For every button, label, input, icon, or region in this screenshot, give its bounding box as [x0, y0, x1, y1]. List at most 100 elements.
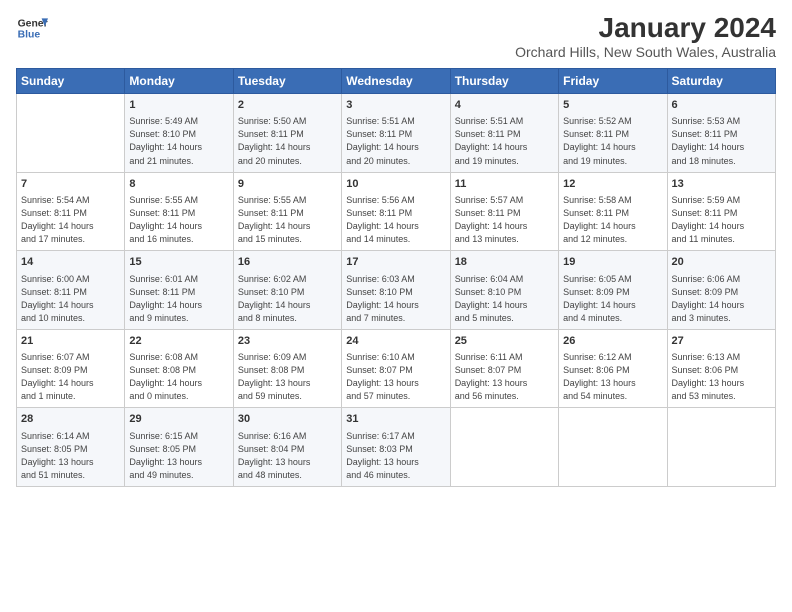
- header: General Blue January 2024 Orchard Hills,…: [16, 12, 776, 60]
- cell-content: Sunrise: 6:10 AM Sunset: 8:07 PM Dayligh…: [346, 351, 445, 403]
- day-number: 5: [563, 98, 662, 113]
- calendar-cell: 28Sunrise: 6:14 AM Sunset: 8:05 PM Dayli…: [17, 408, 125, 487]
- day-number: 1: [129, 98, 228, 113]
- header-cell-saturday: Saturday: [667, 69, 775, 94]
- cell-content: Sunrise: 5:56 AM Sunset: 8:11 PM Dayligh…: [346, 194, 445, 246]
- calendar-cell: 29 Sunrise: 6:15 AM Sunset: 8:05 PM Dayli…: [125, 408, 233, 487]
- cell-content: Sunrise: 6:03 AM Sunset: 8:10 PM Dayligh…: [346, 273, 445, 325]
- cell-content: Sunrise: 6:00 AM Sunset: 8:11 PM Dayligh…: [21, 273, 120, 325]
- day-number: 26: [563, 334, 662, 349]
- day-number: 10: [346, 177, 445, 192]
- header-cell-tuesday: Tuesday: [233, 69, 341, 94]
- day-number: 3: [346, 98, 445, 113]
- calendar-cell: 12Sunrise: 5:58 AM Sunset: 8:11 PM Dayli…: [559, 172, 667, 251]
- header-cell-thursday: Thursday: [450, 69, 558, 94]
- day-number: 27: [672, 334, 771, 349]
- cell-content: Sunrise: 5:52 AM Sunset: 8:11 PM Dayligh…: [563, 115, 662, 167]
- day-number: 4: [455, 98, 554, 113]
- cell-content: Sunrise: 6:06 AM Sunset: 8:09 PM Dayligh…: [672, 273, 771, 325]
- calendar-cell: 15 Sunrise: 6:01 AM Sunset: 8:11 PM Dayli…: [125, 251, 233, 330]
- day-number: 13: [672, 177, 771, 192]
- header-cell-sunday: Sunday: [17, 69, 125, 94]
- day-number: 19: [563, 255, 662, 270]
- header-cell-friday: Friday: [559, 69, 667, 94]
- cell-content: Sunrise: 5:51 AM Sunset: 8:11 PM Dayligh…: [346, 115, 445, 167]
- calendar-cell: 10 Sunrise: 5:56 AM Sunset: 8:11 PM Dayli…: [342, 172, 450, 251]
- cell-content: Sunrise: 5:51 AM Sunset: 8:11 PM Dayligh…: [455, 115, 554, 167]
- calendar-cell: [17, 94, 125, 173]
- cell-content: Sunrise: 6:02 AM Sunset: 8:10 PM Dayligh…: [238, 273, 337, 325]
- calendar-cell: 27Sunrise: 6:13 AM Sunset: 8:06 PM Dayli…: [667, 329, 775, 408]
- calendar-cell: 8 Sunrise: 5:55 AM Sunset: 8:11 PM Daylig…: [125, 172, 233, 251]
- day-number: 30: [238, 412, 337, 427]
- calendar-cell: 22 Sunrise: 6:08 AM Sunset: 8:08 PM Dayli…: [125, 329, 233, 408]
- day-number: 18: [455, 255, 554, 270]
- calendar-cell: [450, 408, 558, 487]
- day-number: 29: [129, 412, 228, 427]
- cell-content: Sunrise: 5:55 AM Sunset: 8:11 PM Dayligh…: [129, 194, 228, 246]
- cell-content: Sunrise: 6:11 AM Sunset: 8:07 PM Dayligh…: [455, 351, 554, 403]
- calendar-cell: 16 Sunrise: 6:02 AM Sunset: 8:10 PM Dayli…: [233, 251, 341, 330]
- cell-content: Sunrise: 5:54 AM Sunset: 8:11 PM Dayligh…: [21, 194, 120, 246]
- calendar-cell: 4 Sunrise: 5:51 AM Sunset: 8:11 PM Daylig…: [450, 94, 558, 173]
- logo-icon: General Blue: [16, 12, 48, 44]
- logo: General Blue: [16, 12, 48, 44]
- calendar-cell: 13 Sunrise: 5:59 AM Sunset: 8:11 PM Dayli…: [667, 172, 775, 251]
- cell-content: Sunrise: 6:07 AM Sunset: 8:09 PM Dayligh…: [21, 351, 120, 403]
- main-title: January 2024: [515, 12, 776, 44]
- calendar-cell: 6Sunrise: 5:53 AM Sunset: 8:11 PM Daylig…: [667, 94, 775, 173]
- day-number: 15: [129, 255, 228, 270]
- day-number: 20: [672, 255, 771, 270]
- cell-content: Sunrise: 6:04 AM Sunset: 8:10 PM Dayligh…: [455, 273, 554, 325]
- day-number: 31: [346, 412, 445, 427]
- cell-content: Sunrise: 5:57 AM Sunset: 8:11 PM Dayligh…: [455, 194, 554, 246]
- calendar-cell: 20 Sunrise: 6:06 AM Sunset: 8:09 PM Dayli…: [667, 251, 775, 330]
- header-cell-monday: Monday: [125, 69, 233, 94]
- cell-content: Sunrise: 6:01 AM Sunset: 8:11 PM Dayligh…: [129, 273, 228, 325]
- calendar-cell: 17 Sunrise: 6:03 AM Sunset: 8:10 PM Dayli…: [342, 251, 450, 330]
- cell-content: Sunrise: 6:08 AM Sunset: 8:08 PM Dayligh…: [129, 351, 228, 403]
- day-number: 22: [129, 334, 228, 349]
- cell-content: Sunrise: 6:09 AM Sunset: 8:08 PM Dayligh…: [238, 351, 337, 403]
- calendar-cell: 21 Sunrise: 6:07 AM Sunset: 8:09 PM Dayli…: [17, 329, 125, 408]
- calendar-cell: 26 Sunrise: 6:12 AM Sunset: 8:06 PM Dayli…: [559, 329, 667, 408]
- cell-content: Sunrise: 6:05 AM Sunset: 8:09 PM Dayligh…: [563, 273, 662, 325]
- calendar-cell: 5 Sunrise: 5:52 AM Sunset: 8:11 PM Daylig…: [559, 94, 667, 173]
- week-row-1: 1 Sunrise: 5:49 AM Sunset: 8:10 PM Daylig…: [17, 94, 776, 173]
- calendar-cell: [559, 408, 667, 487]
- cell-content: Sunrise: 5:59 AM Sunset: 8:11 PM Dayligh…: [672, 194, 771, 246]
- day-number: 16: [238, 255, 337, 270]
- day-number: 2: [238, 98, 337, 113]
- calendar-cell: 30Sunrise: 6:16 AM Sunset: 8:04 PM Dayli…: [233, 408, 341, 487]
- cell-content: Sunrise: 6:12 AM Sunset: 8:06 PM Dayligh…: [563, 351, 662, 403]
- week-row-5: 28Sunrise: 6:14 AM Sunset: 8:05 PM Dayli…: [17, 408, 776, 487]
- calendar-cell: 9 Sunrise: 5:55 AM Sunset: 8:11 PM Daylig…: [233, 172, 341, 251]
- calendar-cell: 23Sunrise: 6:09 AM Sunset: 8:08 PM Dayli…: [233, 329, 341, 408]
- cell-content: Sunrise: 6:17 AM Sunset: 8:03 PM Dayligh…: [346, 430, 445, 482]
- day-number: 24: [346, 334, 445, 349]
- calendar-cell: 24 Sunrise: 6:10 AM Sunset: 8:07 PM Dayli…: [342, 329, 450, 408]
- calendar-cell: 7Sunrise: 5:54 AM Sunset: 8:11 PM Daylig…: [17, 172, 125, 251]
- calendar-cell: [667, 408, 775, 487]
- day-number: 11: [455, 177, 554, 192]
- day-number: 25: [455, 334, 554, 349]
- calendar-cell: 19 Sunrise: 6:05 AM Sunset: 8:09 PM Dayli…: [559, 251, 667, 330]
- week-row-2: 7Sunrise: 5:54 AM Sunset: 8:11 PM Daylig…: [17, 172, 776, 251]
- cell-content: Sunrise: 6:15 AM Sunset: 8:05 PM Dayligh…: [129, 430, 228, 482]
- calendar-cell: 18 Sunrise: 6:04 AM Sunset: 8:10 PM Dayli…: [450, 251, 558, 330]
- cell-content: Sunrise: 5:53 AM Sunset: 8:11 PM Dayligh…: [672, 115, 771, 167]
- calendar-cell: 31 Sunrise: 6:17 AM Sunset: 8:03 PM Dayli…: [342, 408, 450, 487]
- header-row: SundayMondayTuesdayWednesdayThursdayFrid…: [17, 69, 776, 94]
- cell-content: Sunrise: 5:50 AM Sunset: 8:11 PM Dayligh…: [238, 115, 337, 167]
- calendar-cell: 11 Sunrise: 5:57 AM Sunset: 8:11 PM Dayli…: [450, 172, 558, 251]
- calendar-cell: 1 Sunrise: 5:49 AM Sunset: 8:10 PM Daylig…: [125, 94, 233, 173]
- day-number: 12: [563, 177, 662, 192]
- calendar-table: SundayMondayTuesdayWednesdayThursdayFrid…: [16, 68, 776, 487]
- day-number: 9: [238, 177, 337, 192]
- cell-content: Sunrise: 5:55 AM Sunset: 8:11 PM Dayligh…: [238, 194, 337, 246]
- calendar-cell: 3 Sunrise: 5:51 AM Sunset: 8:11 PM Daylig…: [342, 94, 450, 173]
- cell-content: Sunrise: 5:49 AM Sunset: 8:10 PM Dayligh…: [129, 115, 228, 167]
- day-number: 21: [21, 334, 120, 349]
- day-number: 8: [129, 177, 228, 192]
- day-number: 17: [346, 255, 445, 270]
